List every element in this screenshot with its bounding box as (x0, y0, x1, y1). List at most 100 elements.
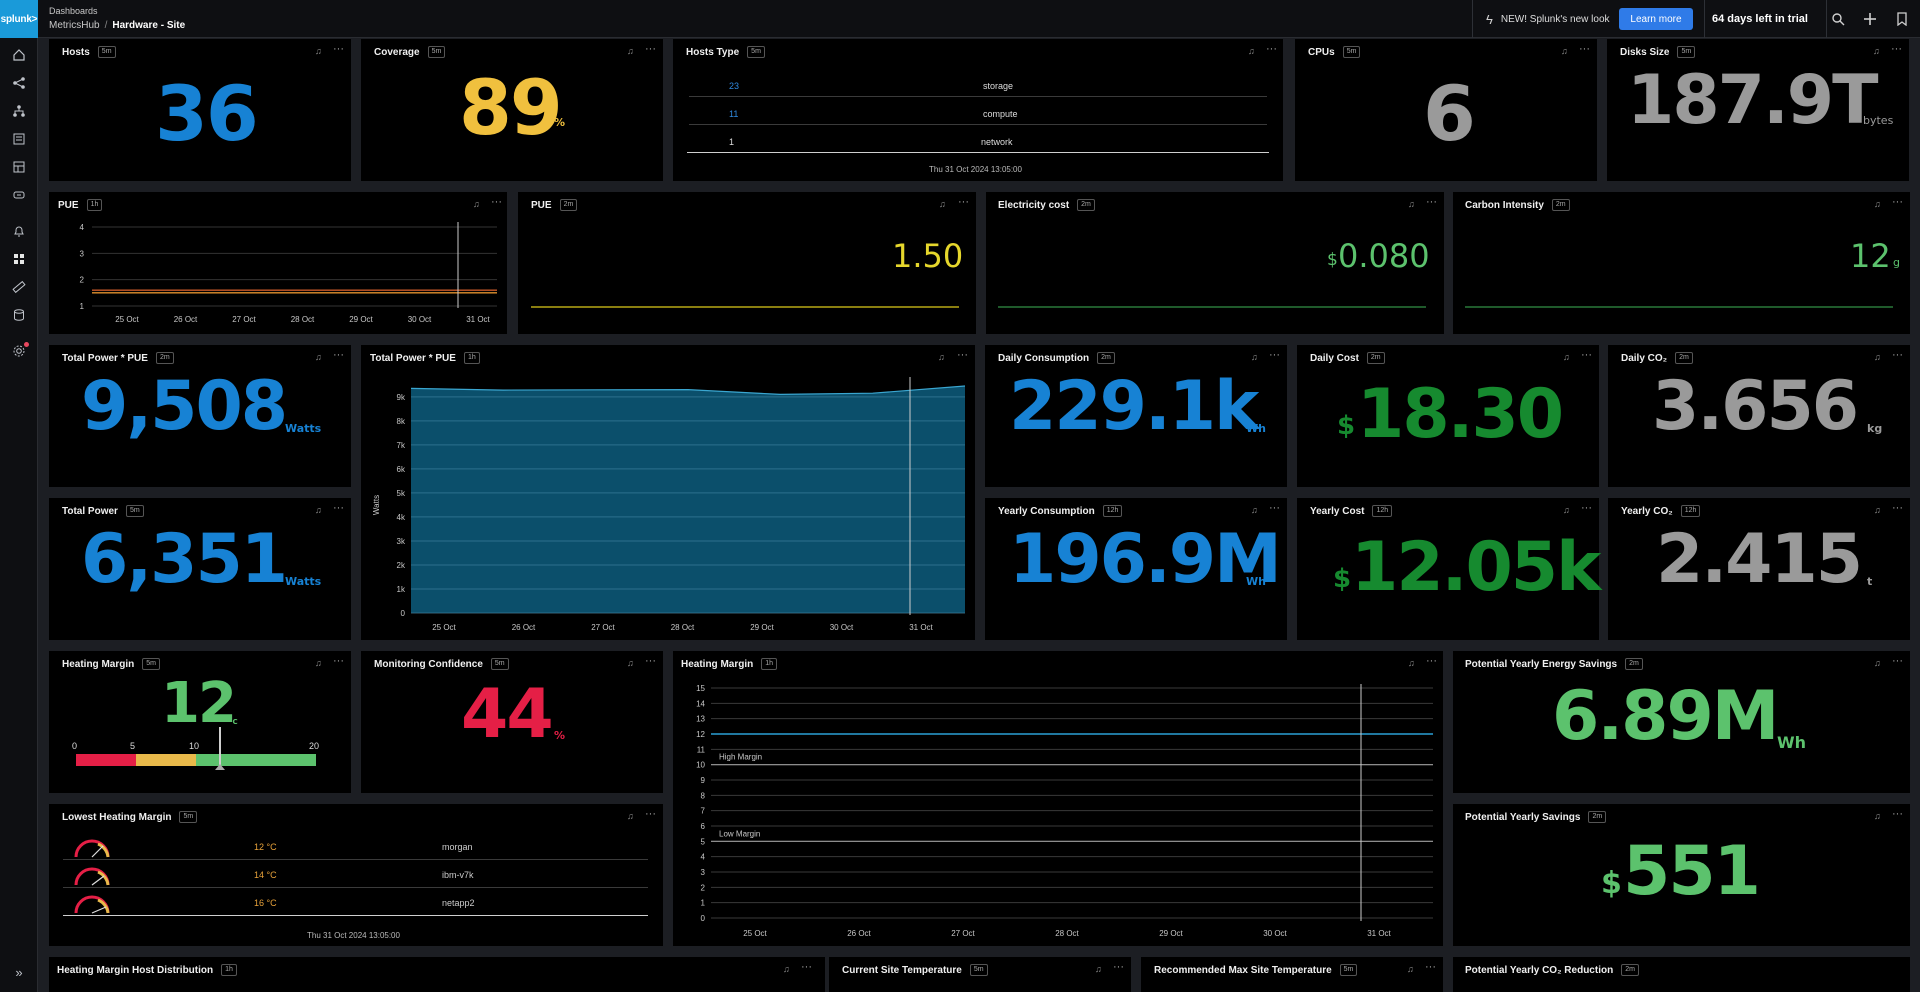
alert-bell-icon[interactable]: ♫ (1563, 505, 1575, 517)
refresh-badge: 2m (1621, 964, 1639, 976)
home-icon[interactable] (9, 45, 29, 65)
lightning-icon: ϟ (1486, 11, 1493, 27)
alert-bell-icon[interactable]: ♫ (1563, 352, 1575, 364)
panel-pue: PUE 2m ♫ ··· 1.50 (518, 192, 976, 334)
bell-icon[interactable] (9, 221, 29, 241)
more-options-icon[interactable]: ··· (1266, 43, 1280, 55)
list-icon[interactable] (9, 129, 29, 149)
alert-bell-icon[interactable]: ♫ (1251, 352, 1263, 364)
refresh-badge: 1h (221, 964, 237, 976)
breadcrumb-parent[interactable]: MetricsHub (49, 20, 100, 31)
refresh-badge: 5m (427, 46, 446, 58)
more-options-icon[interactable]: ··· (1892, 196, 1906, 208)
alert-bell-icon[interactable]: ♫ (315, 505, 327, 517)
alert-bell-icon[interactable]: ♫ (1874, 658, 1886, 670)
more-options-icon[interactable]: ··· (1892, 655, 1906, 667)
more-options-icon[interactable]: ··· (1269, 349, 1283, 361)
more-options-icon[interactable]: ··· (1581, 349, 1595, 361)
more-options-icon[interactable]: ··· (333, 655, 347, 667)
more-options-icon[interactable]: ··· (1892, 808, 1906, 820)
y-tick-label: 7k (397, 441, 406, 450)
monitoring-confidence-unit: % (554, 729, 566, 742)
pue-line-chart[interactable]: 1 2 3 4 25 Oct 26 Oct 27 Oct 28 Oct 29 Oct 30 Oct… (49, 192, 507, 334)
alert-bell-icon[interactable]: ♫ (315, 46, 327, 58)
more-options-icon[interactable]: ··· (1891, 43, 1905, 55)
flow-icon[interactable] (9, 73, 29, 93)
hierarchy-icon[interactable] (9, 101, 29, 121)
panel-title: PUE 2m (531, 199, 578, 211)
database-icon[interactable] (9, 305, 29, 325)
dashboard-icon[interactable] (9, 249, 29, 269)
alert-bell-icon[interactable]: ♫ (1251, 505, 1263, 517)
y-tick-label: 0 (701, 914, 706, 923)
more-options-icon[interactable]: ··· (333, 43, 347, 55)
more-options-icon[interactable]: ··· (1892, 349, 1906, 361)
plus-icon[interactable] (1860, 9, 1880, 29)
coverage-value: 89 (459, 63, 563, 152)
breadcrumb-dashboards[interactable]: Dashboards (49, 6, 98, 16)
alert-bell-icon[interactable]: ♫ (1095, 964, 1107, 976)
y-tick-label: 3 (80, 249, 85, 258)
total-power-area-chart[interactable]: 0 1k 2k 3k 4k 5k 6k 7k 8k 9k Watts 25 Oct 26 Oct 27 O… (361, 345, 975, 640)
table-row[interactable]: 11 compute (689, 103, 1267, 125)
more-options-icon[interactable]: ··· (333, 502, 347, 514)
heating-margin-line-chart[interactable]: 0123456789101112131415High MarginLow Mar… (673, 651, 1443, 946)
more-options-icon[interactable]: ··· (1426, 196, 1440, 208)
more-options-icon[interactable]: ··· (958, 196, 972, 208)
alert-bell-icon[interactable]: ♫ (1874, 811, 1886, 823)
more-options-icon[interactable]: ··· (645, 43, 659, 55)
more-options-icon[interactable]: ··· (333, 349, 347, 361)
table-row[interactable]: 16 °C netapp2 (63, 890, 648, 916)
panel-cpus: CPUs 5m ♫ ··· 6 (1295, 39, 1597, 181)
panel-heating-margin: Heating Margin 5m ♫ ··· 12 °C 0 5 10 20 (49, 651, 351, 793)
alert-bell-icon[interactable]: ♫ (939, 199, 951, 211)
carbon-sparkline (1465, 306, 1893, 308)
alert-bell-icon[interactable]: ♫ (627, 46, 639, 58)
bookmark-icon[interactable] (1892, 9, 1912, 29)
alert-bell-icon[interactable]: ♫ (1248, 46, 1260, 58)
alert-bell-icon[interactable]: ♫ (783, 964, 795, 976)
alert-bell-icon[interactable]: ♫ (627, 658, 639, 670)
alert-bell-icon[interactable]: ♫ (1408, 199, 1420, 211)
panel-title: Monitoring Confidence 5m (374, 658, 509, 670)
alert-bell-icon[interactable]: ♫ (627, 811, 639, 823)
table-row[interactable]: 14 °C ibm-v7k (63, 862, 648, 888)
search-icon[interactable] (1828, 9, 1848, 29)
panel-title: Potential Yearly CO₂ Reduction 2m (1465, 964, 1639, 976)
breadcrumb: MetricsHub / Hardware - Site (49, 20, 185, 31)
alert-bell-icon[interactable]: ♫ (1407, 964, 1419, 976)
alert-bell-icon[interactable]: ♫ (1873, 46, 1885, 58)
x-tick-label: 29 Oct (750, 623, 774, 632)
more-options-icon[interactable]: ··· (1892, 502, 1906, 514)
alert-bell-icon[interactable]: ♫ (1874, 505, 1886, 517)
infrastructure-icon[interactable] (9, 185, 29, 205)
more-options-icon[interactable]: ··· (1269, 502, 1283, 514)
more-options-icon[interactable]: ··· (801, 961, 815, 973)
alert-bell-icon[interactable]: ♫ (315, 352, 327, 364)
more-options-icon[interactable]: ··· (645, 655, 659, 667)
ruler-icon[interactable] (9, 277, 29, 297)
gauge-green-band (196, 754, 316, 766)
y-tick-label: 12 (696, 730, 705, 739)
table-row[interactable]: 23 storage (689, 75, 1267, 97)
splunk-logo[interactable]: splunk> (0, 0, 38, 38)
alert-bell-icon[interactable]: ♫ (1874, 352, 1886, 364)
more-options-icon[interactable]: ··· (1113, 961, 1127, 973)
alert-bell-icon[interactable]: ♫ (1874, 199, 1886, 211)
refresh-badge: 5m (1339, 964, 1358, 976)
table-row[interactable]: 1 network (687, 131, 1269, 153)
alert-bell-icon[interactable]: ♫ (315, 658, 327, 670)
table-icon[interactable] (9, 157, 29, 177)
learn-more-button[interactable]: Learn more (1619, 8, 1693, 30)
expand-nav-icon[interactable]: » (9, 962, 29, 982)
trial-badge[interactable]: 64 days left in trial (1712, 0, 1808, 38)
more-options-icon[interactable]: ··· (645, 808, 659, 820)
gauge-host: netapp2 (442, 898, 475, 908)
settings-icon[interactable] (9, 341, 29, 361)
more-options-icon[interactable]: ··· (1425, 961, 1439, 973)
more-options-icon[interactable]: ··· (1581, 502, 1595, 514)
alert-bell-icon[interactable]: ♫ (1561, 46, 1573, 58)
electricity-prefix: $ (1327, 250, 1338, 270)
more-options-icon[interactable]: ··· (1579, 43, 1593, 55)
table-row[interactable]: 12 °C morgan (63, 834, 648, 860)
